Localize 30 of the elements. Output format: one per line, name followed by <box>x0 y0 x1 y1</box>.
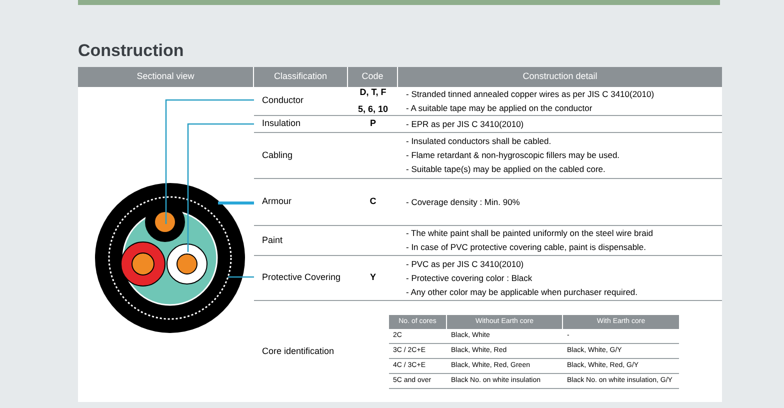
detail-text: - EPR as per JIS C 3410(2010) <box>406 118 525 130</box>
detail-text: - Insulated conductors shall be cabled. <box>406 136 552 147</box>
code-text: P <box>370 117 376 130</box>
classification-label: Insulation <box>262 117 301 130</box>
detail-text: - Stranded tinned annealed copper wires as per JIS C 3410(2010) <box>406 88 656 100</box>
leader-line <box>228 276 254 278</box>
detail-text: - The white paint shall be painted uniformly on the steel wire braid <box>406 228 654 239</box>
classification-label: Armour <box>262 195 292 208</box>
section-heading: Construction <box>78 41 185 61</box>
detail-text: - PVC as per JIS C 3410(2010) <box>406 258 525 270</box>
detail-text: - In case of PVC protective covering cable, paint is dispensable. <box>406 242 648 253</box>
classification-label: Protective Covering <box>262 271 341 284</box>
code-text: 5, 6, 10 <box>358 103 388 116</box>
classification-label: Core identification <box>262 344 334 358</box>
detail-text: - A suitable tape may be applied on the conductor <box>406 102 594 114</box>
code-text: C <box>370 195 376 208</box>
detail-text: - Protective covering color : Black <box>406 272 534 284</box>
classification-label: Cabling <box>262 148 293 162</box>
code-text: Y <box>370 271 376 284</box>
column-header: Construction detail <box>398 67 722 87</box>
column-header: Sectional view <box>78 67 254 87</box>
detail-text: - Coverage density : Min. 90% <box>406 196 521 208</box>
classification-label: Paint <box>262 234 283 247</box>
detail-text: - Suitable tape(s) may be applied on the cabled core. <box>406 164 606 175</box>
detail-text: - Any other color may be applicable when purchaser required. <box>406 286 639 298</box>
code-text: D, T, F <box>360 86 386 98</box>
column-header: Code <box>348 67 398 87</box>
classification-label: Conductor <box>262 94 304 108</box>
detail-text: - Flame retardant & non-hygroscopic fillers may be used. <box>406 150 621 161</box>
column-header: Classification <box>254 67 348 87</box>
